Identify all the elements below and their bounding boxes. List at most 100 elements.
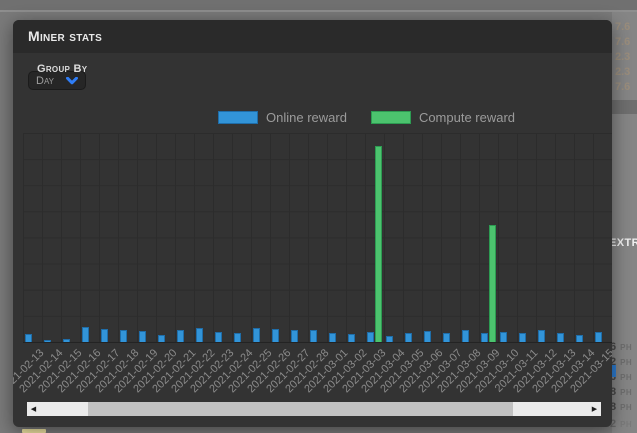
bar-group bbox=[403, 133, 422, 342]
x-axis-label: 2021-03-11 bbox=[493, 347, 541, 395]
bar-group bbox=[346, 133, 365, 342]
x-axis-label: 2021-03-15 bbox=[568, 347, 612, 395]
bar-group bbox=[80, 133, 99, 342]
legend-label: Online reward bbox=[266, 110, 347, 125]
bar-online-reward bbox=[500, 332, 507, 342]
x-axis-label: 2021-03-05 bbox=[378, 347, 426, 395]
x-axis-label: 2021-02-20 bbox=[131, 347, 179, 395]
scrollbar-thumb[interactable] bbox=[88, 402, 513, 416]
bar-online-reward bbox=[538, 330, 545, 342]
x-axis-label: 2021-02-21 bbox=[150, 347, 198, 395]
bar-group bbox=[555, 133, 574, 342]
x-axis-label: 2021-03-01 bbox=[302, 347, 350, 395]
legend-item-compute-reward[interactable]: Compute reward bbox=[371, 110, 515, 125]
x-axis-label: 2021-03-13 bbox=[530, 347, 578, 395]
bar-group bbox=[61, 133, 80, 342]
x-axis-label: 2021-03-08 bbox=[435, 347, 483, 395]
scroll-left-button[interactable]: ◀ bbox=[27, 402, 40, 416]
background-table-row: 2PH bbox=[610, 417, 637, 432]
x-axis-label: 2021-02-14 bbox=[17, 347, 65, 395]
bar-online-reward bbox=[348, 334, 355, 342]
bar-compute-reward bbox=[489, 225, 496, 342]
horizontal-scrollbar[interactable]: ◀ ▶ bbox=[27, 402, 601, 416]
x-axis-label: 2021-02-22 bbox=[169, 347, 217, 395]
bar-online-reward bbox=[215, 332, 222, 342]
bar-group bbox=[422, 133, 441, 342]
bar-compute-reward bbox=[375, 146, 382, 342]
bar-online-reward bbox=[139, 331, 146, 342]
bar-online-reward bbox=[576, 335, 583, 342]
bar-group bbox=[137, 133, 156, 342]
x-axis-label: 2021-03-04 bbox=[359, 347, 407, 395]
miner-stats-modal: Miner stats Group By Day Online reward C… bbox=[13, 20, 612, 427]
x-axis-label: 2021-03-12 bbox=[511, 347, 559, 395]
x-axis-label: 2021-02-16 bbox=[55, 347, 103, 395]
bar-group bbox=[232, 133, 251, 342]
bar-group bbox=[441, 133, 460, 342]
bar-online-reward bbox=[272, 329, 279, 342]
bar-group bbox=[479, 133, 498, 342]
bar-online-reward bbox=[367, 332, 374, 342]
x-axis-label: 2021-03-02 bbox=[321, 347, 369, 395]
x-axis-label: 2021-02-15 bbox=[36, 347, 84, 395]
chart-legend: Online reward Compute reward bbox=[218, 110, 515, 125]
bar-online-reward bbox=[82, 327, 89, 342]
bar-online-reward bbox=[101, 329, 108, 342]
background-table-row: 8PH bbox=[610, 400, 637, 415]
x-axis-label: 2021-02-18 bbox=[93, 347, 141, 395]
x-axis-label: 2021-02-26 bbox=[245, 347, 293, 395]
bar-online-reward bbox=[310, 330, 317, 342]
bar-online-reward bbox=[443, 333, 450, 342]
bar-group bbox=[156, 133, 175, 342]
bar-online-reward bbox=[481, 333, 488, 342]
bar-group bbox=[365, 133, 384, 342]
bar-online-reward bbox=[44, 340, 51, 342]
scrollbar-track[interactable] bbox=[40, 402, 588, 416]
bar-group bbox=[99, 133, 118, 342]
legend-item-online-reward[interactable]: Online reward bbox=[218, 110, 347, 125]
x-axis-label: 2021-02-27 bbox=[264, 347, 312, 395]
bar-group bbox=[251, 133, 270, 342]
bar-online-reward bbox=[291, 330, 298, 342]
bar-online-reward bbox=[25, 334, 32, 342]
bar-group bbox=[213, 133, 232, 342]
bar-group bbox=[194, 133, 213, 342]
bar-online-reward bbox=[329, 333, 336, 342]
x-axis-label: 2021-02-25 bbox=[226, 347, 274, 395]
bar-group bbox=[517, 133, 536, 342]
x-axis-label: 2021-02-17 bbox=[74, 347, 122, 395]
x-axis-label: 2021-03-07 bbox=[416, 347, 464, 395]
bar-group bbox=[118, 133, 137, 342]
bar-online-reward bbox=[557, 333, 564, 342]
scroll-right-button[interactable]: ▶ bbox=[588, 402, 601, 416]
background-table-header: EXTR bbox=[609, 237, 637, 249]
bar-group bbox=[460, 133, 479, 342]
bar-group bbox=[327, 133, 346, 342]
modal-title: Miner stats bbox=[28, 20, 102, 53]
x-axis-label: 2021-03-09 bbox=[454, 347, 502, 395]
x-axis-label: 2021-03-03 bbox=[340, 347, 388, 395]
x-axis-label: 2021-02-28 bbox=[283, 347, 331, 395]
bar-online-reward bbox=[253, 328, 260, 342]
x-axis-label: 2021-02-13 bbox=[13, 347, 46, 395]
compute-reward-swatch bbox=[371, 111, 411, 124]
bar-online-reward bbox=[63, 339, 70, 342]
bar-group bbox=[270, 133, 289, 342]
x-axis-label: 2021-03-10 bbox=[473, 347, 521, 395]
bar-online-reward bbox=[519, 333, 526, 342]
bar-group bbox=[289, 133, 308, 342]
background-top-band bbox=[0, 0, 637, 10]
x-axis-label: 2021-03-14 bbox=[549, 347, 597, 395]
bar-group bbox=[574, 133, 593, 342]
x-axis-label: 2021-02-19 bbox=[112, 347, 160, 395]
bar-online-reward bbox=[595, 332, 602, 342]
background-table-row: 6PH bbox=[610, 340, 637, 355]
background-yellow-fragment bbox=[22, 429, 46, 433]
bar-online-reward bbox=[177, 330, 184, 342]
bar-group bbox=[498, 133, 517, 342]
group-by-label: Group By bbox=[37, 63, 87, 75]
bar-group bbox=[536, 133, 555, 342]
bar-group bbox=[384, 133, 403, 342]
modal-header bbox=[13, 20, 612, 53]
bar-group bbox=[42, 133, 61, 342]
